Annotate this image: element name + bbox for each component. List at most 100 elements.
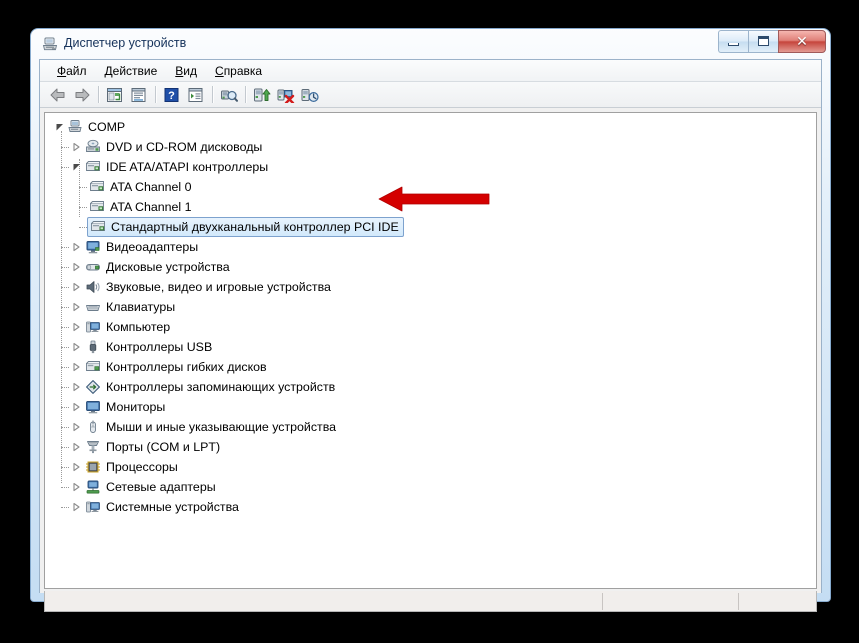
back-button[interactable] <box>46 84 69 106</box>
expander-collapsed-icon[interactable] <box>71 477 85 497</box>
expander-collapsed-icon[interactable] <box>71 317 85 337</box>
tree-guide-line <box>79 207 87 209</box>
tree-guide-line <box>61 287 69 289</box>
title-bar[interactable]: Диспетчер устройств ✕ <box>31 29 830 59</box>
update-driver-button[interactable] <box>250 84 273 106</box>
tree-item-mice-pointing-devices[interactable]: Мыши и иные указывающие устройства <box>45 417 816 437</box>
expander-collapsed-icon[interactable] <box>71 137 85 157</box>
desktop-background: Диспетчер устройств ✕ Файл Действие Вид … <box>0 0 859 643</box>
expander-collapsed-icon[interactable] <box>71 457 85 477</box>
help-question-icon: ? <box>164 87 179 102</box>
tree-item-storage-controllers[interactable]: Контроллеры запоминающих устройств <box>45 377 816 397</box>
show-console-tree-button[interactable] <box>103 84 126 106</box>
minimize-icon <box>728 42 739 46</box>
tree-item-label: Клавиатуры <box>106 300 176 314</box>
close-icon: ✕ <box>796 32 808 49</box>
processor-icon <box>85 459 101 475</box>
scan-hardware-button[interactable] <box>217 84 240 106</box>
expander-collapsed-icon[interactable] <box>71 277 85 297</box>
tree-guide-line <box>61 267 69 269</box>
expander-collapsed-icon[interactable] <box>71 437 85 457</box>
tree-item-label: Процессоры <box>106 460 178 474</box>
properties-button[interactable] <box>127 84 150 106</box>
port-icon <box>85 439 101 455</box>
menu-action[interactable]: Действие <box>96 61 167 81</box>
tree-item-ata-channel-1[interactable]: ATA Channel 1 <box>45 197 816 217</box>
maximize-icon <box>758 35 769 46</box>
close-button[interactable]: ✕ <box>778 29 826 53</box>
tree-item-root[interactable]: COMP <box>45 117 816 137</box>
menu-view[interactable]: Вид <box>166 61 206 81</box>
expander-collapsed-icon[interactable] <box>71 337 85 357</box>
selected-item-highlight[interactable]: Стандартный двухканальный контроллер PCI… <box>87 217 404 237</box>
console-tree-icon <box>107 87 122 102</box>
toolbar: ? <box>40 82 821 108</box>
tree-guide-line <box>61 467 69 469</box>
tree-item-keyboards[interactable]: Клавиатуры <box>45 297 816 317</box>
tree-item-computer[interactable]: Компьютер <box>45 317 816 337</box>
tree-item-system-devices[interactable]: Системные устройства <box>45 497 816 517</box>
expander-expanded-icon[interactable] <box>71 157 85 177</box>
expander-collapsed-icon[interactable] <box>71 497 85 517</box>
menu-help[interactable]: Справка <box>206 61 271 81</box>
system-device-icon <box>85 499 101 515</box>
tree-item-label: Мыши и иные указывающие устройства <box>106 420 337 434</box>
uninstall-device-button[interactable] <box>274 84 297 106</box>
properties-icon <box>131 87 146 102</box>
tree-item-disk-drives[interactable]: Дисковые устройства <box>45 257 816 277</box>
tree-item-usb-controllers[interactable]: Контроллеры USB <box>45 337 816 357</box>
maximize-button[interactable] <box>748 29 778 53</box>
expander-collapsed-icon[interactable] <box>71 357 85 377</box>
expander-collapsed-icon[interactable] <box>71 377 85 397</box>
display-adapter-icon <box>85 239 101 255</box>
tree-guide-line <box>61 407 69 409</box>
help-button[interactable]: ? <box>160 84 183 106</box>
tree-guide-line <box>79 227 87 229</box>
tree-item-floppy-controllers[interactable]: Контроллеры гибких дисков <box>45 357 816 377</box>
toolbar-separator <box>245 86 246 103</box>
sound-device-icon <box>85 279 101 295</box>
tree-guide-line <box>61 347 69 349</box>
tree-item-dvd[interactable]: DVD и CD-ROM дисководы <box>45 137 816 157</box>
usb-icon <box>85 339 101 355</box>
tree-item-ide-controllers[interactable]: IDE ATA/ATAPI контроллеры <box>45 157 816 177</box>
tree-item-ata-channel-0[interactable]: ATA Channel 0 <box>45 177 816 197</box>
tree-item-ports-com-lpt[interactable]: Порты (COM и LPT) <box>45 437 816 457</box>
tree-item-label: Системные устройства <box>106 500 239 514</box>
ide-controller-icon <box>85 159 101 175</box>
expander-collapsed-icon[interactable] <box>71 297 85 317</box>
expander-collapsed-icon[interactable] <box>71 237 85 257</box>
show-details-button[interactable] <box>184 84 207 106</box>
tree-guide-line <box>61 307 69 309</box>
ide-controller-icon <box>90 219 106 235</box>
expander-collapsed-icon[interactable] <box>71 397 85 417</box>
mouse-icon <box>85 419 101 435</box>
status-bar-divider <box>602 593 603 610</box>
tree-item-sound-video-game[interactable]: Звуковые, видео и игровые устройства <box>45 277 816 297</box>
disable-device-icon <box>301 88 319 102</box>
storage-controller-icon <box>85 379 101 395</box>
tree-item-monitors[interactable]: Мониторы <box>45 397 816 417</box>
ide-controller-icon <box>89 199 105 215</box>
tree-item-display-adapters[interactable]: Видеоадаптеры <box>45 237 816 257</box>
tree-guide-line <box>61 387 69 389</box>
tree-item-label: Контроллеры USB <box>106 340 213 354</box>
tree-item-label: Порты (COM и LPT) <box>106 440 221 454</box>
tree-guide-line <box>61 327 69 329</box>
menu-file[interactable]: Файл <box>48 61 96 81</box>
tree-item-pci-ide-controller[interactable]: Стандартный двухканальный контроллер PCI… <box>45 217 816 237</box>
expander-expanded-icon[interactable] <box>53 117 67 137</box>
tree-item-label: Мониторы <box>106 400 166 414</box>
expander-collapsed-icon[interactable] <box>71 257 85 277</box>
forward-button[interactable] <box>70 84 93 106</box>
window-controls: ✕ <box>718 29 826 53</box>
details-pane-icon <box>188 87 203 102</box>
minimize-button[interactable] <box>718 29 748 53</box>
disable-device-button[interactable] <box>298 84 321 106</box>
tree-item-network-adapters[interactable]: Сетевые адаптеры <box>45 477 816 497</box>
tree-item-label: Звуковые, видео и игровые устройства <box>106 280 331 294</box>
update-driver-icon <box>253 88 270 101</box>
expander-collapsed-icon[interactable] <box>71 417 85 437</box>
tree-item-processors[interactable]: Процессоры <box>45 457 816 477</box>
device-tree-pane[interactable]: COMP DVD и CD-ROM дисководы IDE ATA/ATAP… <box>44 112 817 589</box>
